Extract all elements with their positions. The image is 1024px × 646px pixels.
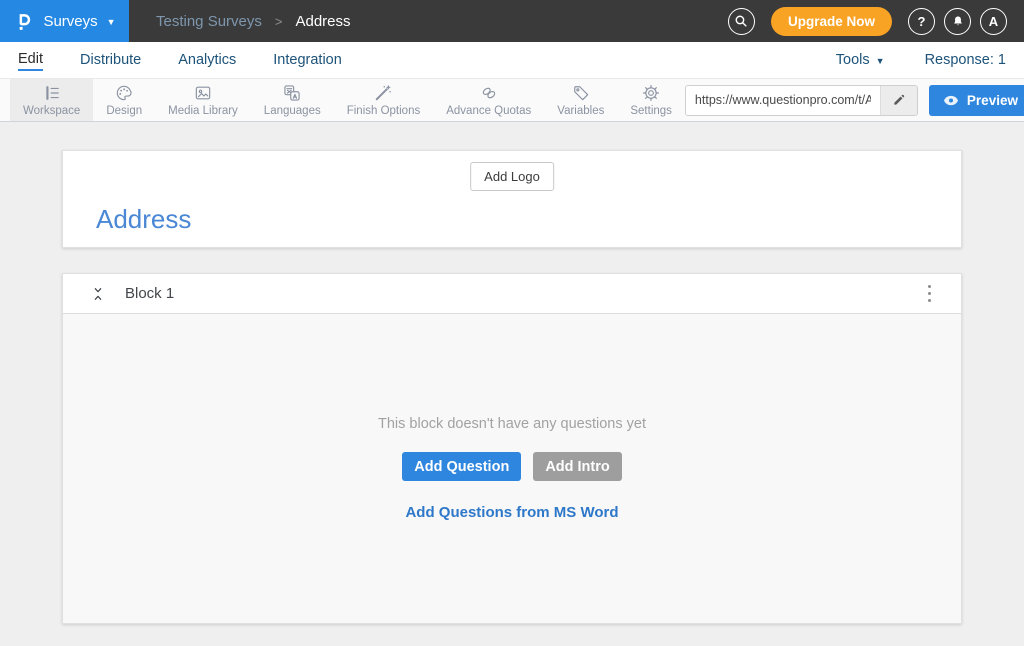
toolbar-item-label: Workspace: [23, 105, 80, 117]
upgrade-now-button[interactable]: Upgrade Now: [771, 7, 892, 36]
tools-dropdown[interactable]: Tools ▼: [836, 52, 885, 68]
empty-block-message: This block doesn't have any questions ye…: [378, 416, 646, 432]
toolbar-item-workspace[interactable]: Workspace: [10, 79, 93, 121]
top-header: Surveys ▼ Testing Surveys > Address Upgr…: [0, 0, 1024, 42]
collapse-icon: [92, 286, 104, 302]
toolbar-item-label: Variables: [557, 105, 604, 117]
eye-icon: [943, 94, 959, 107]
edit-url-button[interactable]: [880, 86, 917, 115]
search-button[interactable]: [728, 8, 755, 35]
bell-icon: [951, 14, 965, 29]
chevron-down-icon: ▼: [876, 57, 885, 66]
toolbar-item-finish-options[interactable]: Finish Options: [334, 79, 434, 121]
avatar-letter: A: [989, 14, 998, 29]
main-nav-tabs: Edit Distribute Analytics Integration To…: [0, 42, 1024, 79]
tab-analytics[interactable]: Analytics: [178, 50, 236, 70]
magic-wand-icon: [373, 83, 393, 103]
questionpro-logo-icon: [13, 10, 34, 33]
add-question-button[interactable]: Add Question: [402, 452, 521, 481]
response-count-link[interactable]: Response: 1: [925, 52, 1006, 68]
tab-integration[interactable]: Integration: [273, 50, 342, 70]
block-actions-row: Add Question Add Intro: [402, 452, 622, 481]
brand-label: Surveys: [43, 13, 97, 30]
tools-label: Tools: [836, 52, 870, 68]
tab-distribute[interactable]: Distribute: [80, 50, 141, 70]
preview-label: Preview: [967, 93, 1018, 108]
collapse-block-button[interactable]: [90, 284, 106, 304]
toolbar-item-label: Design: [106, 105, 142, 117]
block-title: Block 1: [125, 285, 174, 302]
pencil-icon: [892, 93, 906, 107]
tag-icon: [571, 83, 591, 103]
survey-editor-main: Add Logo Address Block 1 This block does…: [0, 122, 1024, 624]
survey-title[interactable]: Address: [96, 204, 191, 235]
toolbar-item-label: Advance Quotas: [446, 105, 531, 117]
breadcrumb-separator: >: [275, 14, 283, 29]
toolbar-item-label: Finish Options: [347, 105, 421, 117]
breadcrumb-current: Address: [295, 13, 350, 30]
block-card: Block 1 This block doesn't have any ques…: [62, 273, 962, 624]
toolbar-item-design[interactable]: Design: [93, 79, 155, 121]
gear-icon: [641, 83, 661, 103]
block-options-kebab-icon[interactable]: [918, 280, 942, 308]
toolbar-item-settings[interactable]: Settings: [617, 79, 685, 121]
breadcrumb-parent-link[interactable]: Testing Surveys: [156, 13, 262, 30]
nav-tabs-group: Edit Distribute Analytics Integration: [18, 49, 342, 71]
toolbar-item-label: Languages: [264, 105, 321, 117]
header-actions: Upgrade Now ? A: [728, 7, 1024, 36]
chevron-down-icon: ▼: [107, 18, 116, 27]
chain-link-icon: [479, 83, 499, 103]
toolbar-item-media-library[interactable]: Media Library: [155, 79, 251, 121]
block-body: This block doesn't have any questions ye…: [63, 314, 961, 623]
survey-toolbar: Workspace Design Media Library Languages…: [0, 79, 1024, 122]
translate-icon: [282, 83, 302, 103]
toolbar-item-label: Settings: [630, 105, 672, 117]
toolbar-item-variables[interactable]: Variables: [544, 79, 617, 121]
survey-header-card: Add Logo Address: [62, 150, 962, 248]
breadcrumb: Testing Surveys > Address: [156, 13, 351, 30]
brand-surveys-dropdown[interactable]: Surveys ▼: [0, 0, 129, 42]
preview-button[interactable]: Preview: [929, 85, 1024, 116]
survey-url-group: [685, 85, 918, 116]
help-button[interactable]: ?: [908, 8, 935, 35]
add-questions-from-ms-word-link[interactable]: Add Questions from MS Word: [405, 504, 618, 521]
search-icon: [734, 14, 748, 28]
workspace-icon: [42, 83, 62, 103]
block-header: Block 1: [63, 274, 961, 314]
help-icon: ?: [918, 14, 926, 29]
tab-edit[interactable]: Edit: [18, 49, 43, 71]
notifications-button[interactable]: [944, 8, 971, 35]
toolbar-item-label: Media Library: [168, 105, 238, 117]
add-logo-button[interactable]: Add Logo: [470, 162, 554, 191]
avatar[interactable]: A: [980, 8, 1007, 35]
toolbar-item-advance-quotas[interactable]: Advance Quotas: [433, 79, 544, 121]
toolbar-item-languages[interactable]: Languages: [251, 79, 334, 121]
add-intro-button[interactable]: Add Intro: [533, 452, 621, 481]
survey-url-input[interactable]: [686, 86, 880, 115]
nav-right-group: Tools ▼ Response: 1: [836, 52, 1006, 68]
palette-icon: [114, 83, 134, 103]
image-icon: [193, 83, 213, 103]
